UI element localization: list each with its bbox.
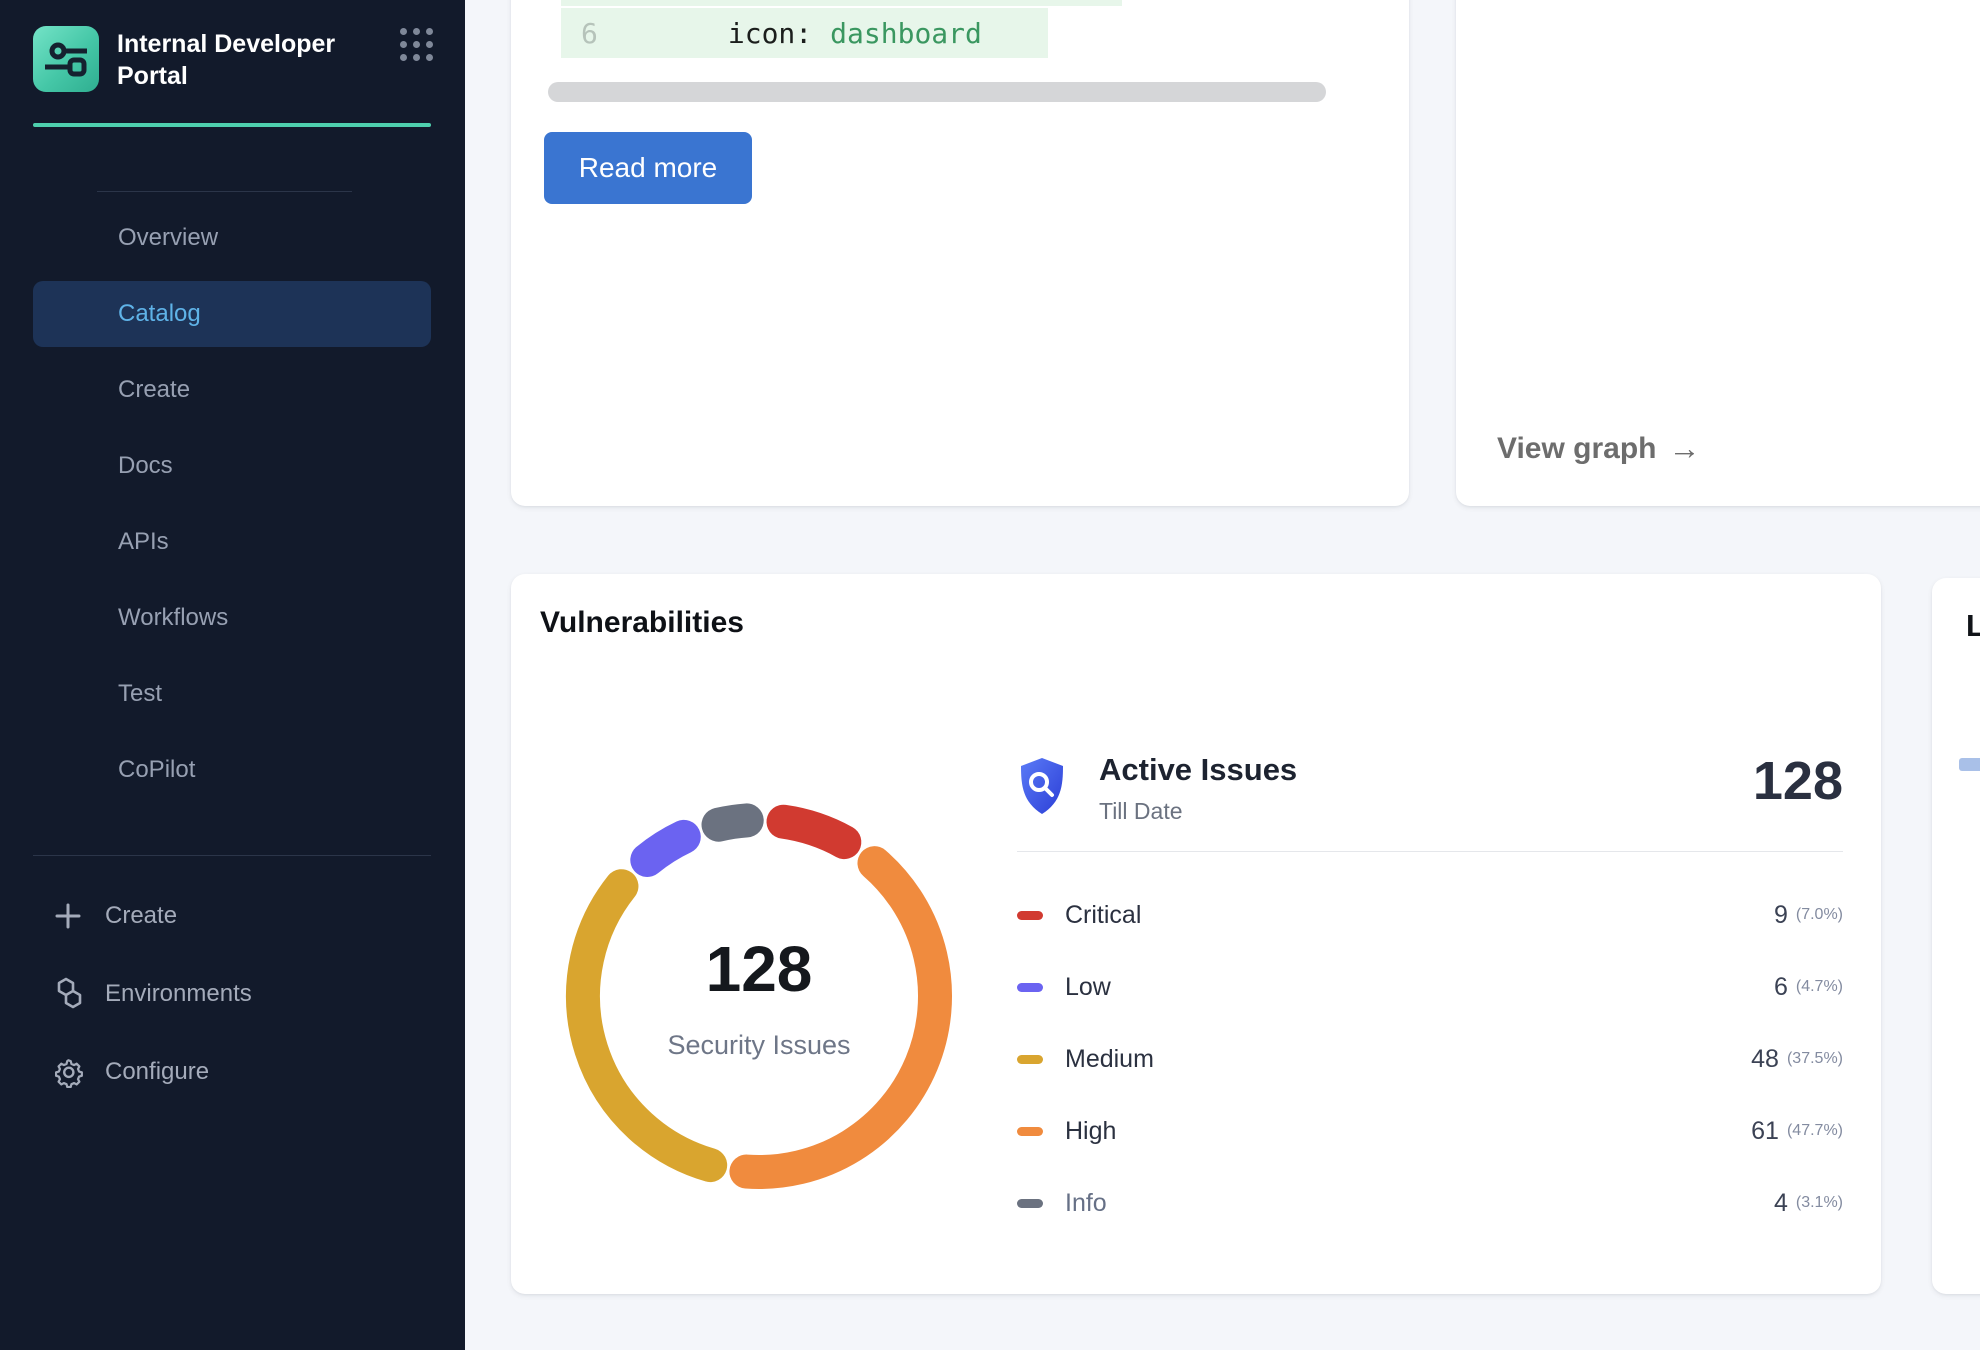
- donut-segment-low: [647, 837, 684, 860]
- sidebar-footer-label: Create: [105, 902, 177, 930]
- sidebar-item-docs[interactable]: Docs: [33, 433, 431, 499]
- active-issues-title: Active Issues: [1099, 752, 1297, 788]
- code-key: icon:: [728, 17, 812, 50]
- severity-row-high: High 61 (47.7%): [1017, 1095, 1843, 1167]
- severity-row-info: Info 4 (3.1%): [1017, 1167, 1843, 1239]
- severity-color-dash: [1017, 1055, 1043, 1064]
- sidebar-item-test[interactable]: Test: [33, 661, 431, 727]
- active-issues-subtitle: Till Date: [1099, 798, 1297, 825]
- sidebar-divider: [97, 191, 352, 192]
- card-title: Vulnerabilities: [540, 606, 744, 640]
- severity-label: Low: [1065, 973, 1111, 1002]
- active-issues-total: 128: [1753, 752, 1843, 811]
- app-title: Internal Developer Portal: [117, 26, 355, 92]
- severity-label: Medium: [1065, 1045, 1154, 1074]
- sidebar-item-overview[interactable]: Overview: [33, 205, 431, 271]
- severity-count: 48: [1751, 1045, 1779, 1074]
- sidebar-menu: Overview Catalog Create Docs APIs Workflows Te…: [33, 205, 431, 813]
- partial-right-card: L: [1932, 578, 1980, 1294]
- sidebar-item-workflows[interactable]: Workflows: [33, 585, 431, 651]
- code-line: 6 icon: dashboard: [561, 8, 1048, 58]
- severity-color-dash: [1017, 911, 1043, 920]
- severity-count: 9: [1774, 901, 1788, 930]
- severity-color-dash: [1017, 1127, 1043, 1136]
- app-logo-icon: [33, 26, 99, 92]
- severity-percentage: (37.5%): [1787, 1050, 1843, 1068]
- sidebar-item-apis[interactable]: APIs: [33, 509, 431, 575]
- apps-grid-icon[interactable]: [400, 28, 433, 61]
- sidebar-accent-bar: [33, 123, 431, 127]
- severity-row-low: Low 6 (4.7%): [1017, 951, 1843, 1023]
- severity-label: Critical: [1065, 901, 1141, 930]
- graph-card: View graph →: [1456, 0, 1980, 506]
- donut-segment-high: [746, 863, 935, 1172]
- horizontal-scrollbar[interactable]: [548, 82, 1326, 102]
- active-issues-header: Active Issues Till Date 128: [1017, 752, 1843, 825]
- sidebar-item-catalog[interactable]: Catalog: [33, 281, 431, 347]
- security-issues-donut-chart: [563, 800, 955, 1192]
- sidebar-footer-item-create[interactable]: Create: [33, 884, 431, 948]
- code-preview-card: 6 icon: dashboard Read more: [511, 0, 1409, 506]
- vulnerabilities-card: Vulnerabilities 128 Security Issues: [511, 574, 1881, 1294]
- sidebar-footer-label: Environments: [105, 980, 252, 1008]
- severity-row-critical: Critical 9 (7.0%): [1017, 879, 1843, 951]
- partial-card-title: L: [1966, 608, 1980, 644]
- code-value: dashboard: [830, 17, 982, 50]
- severity-percentage: (7.0%): [1796, 906, 1843, 924]
- panel-divider: [1017, 851, 1843, 852]
- partial-chart-bar: [1959, 758, 1980, 771]
- sidebar-item-copilot[interactable]: CoPilot: [33, 737, 431, 803]
- sidebar-footer-item-configure[interactable]: Configure: [33, 1040, 431, 1104]
- arrow-right-icon: →: [1669, 430, 1701, 467]
- severity-count: 6: [1774, 973, 1788, 1002]
- severity-percentage: (4.7%): [1796, 978, 1843, 996]
- read-more-button[interactable]: Read more: [544, 132, 752, 204]
- shield-search-icon: [1017, 756, 1067, 818]
- donut-segment-critical: [783, 822, 844, 842]
- severity-label: Info: [1065, 1189, 1107, 1218]
- sidebar-divider: [33, 855, 431, 856]
- sidebar-footer-item-environments[interactable]: Environments: [33, 962, 431, 1026]
- severity-percentage: (3.1%): [1796, 1194, 1843, 1212]
- view-graph-label: View graph: [1497, 432, 1657, 466]
- severity-count: 61: [1751, 1117, 1779, 1146]
- sidebar-footer-menu: Create Environments Configure: [33, 884, 431, 1118]
- plus-icon: [53, 901, 93, 931]
- sidebar-item-create[interactable]: Create: [33, 357, 431, 423]
- code-line-number: 6: [581, 17, 598, 50]
- brand-header: Internal Developer Portal: [33, 26, 433, 92]
- severity-row-medium: Medium 48 (37.5%): [1017, 1023, 1843, 1095]
- sidebar: Internal Developer Portal Overview Catalo…: [0, 0, 465, 1350]
- severity-color-dash: [1017, 1199, 1043, 1208]
- active-issues-panel: Active Issues Till Date 128 Critical 9 (7.…: [1017, 752, 1843, 1239]
- donut-segment-medium: [583, 886, 710, 1165]
- donut-segment-info: [719, 820, 747, 824]
- gear-icon: [53, 1056, 93, 1088]
- severity-color-dash: [1017, 983, 1043, 992]
- severity-count: 4: [1774, 1189, 1788, 1218]
- code-line-partial: [561, 0, 1122, 6]
- severity-label: High: [1065, 1117, 1116, 1146]
- view-graph-link[interactable]: View graph →: [1497, 430, 1701, 467]
- severity-percentage: (47.7%): [1787, 1122, 1843, 1140]
- sidebar-footer-label: Configure: [105, 1058, 209, 1086]
- severity-legend: Critical 9 (7.0%) Low 6 (4.7%) Medium 48 (37.5%)…: [1017, 879, 1843, 1239]
- hexagons-icon: [53, 977, 93, 1011]
